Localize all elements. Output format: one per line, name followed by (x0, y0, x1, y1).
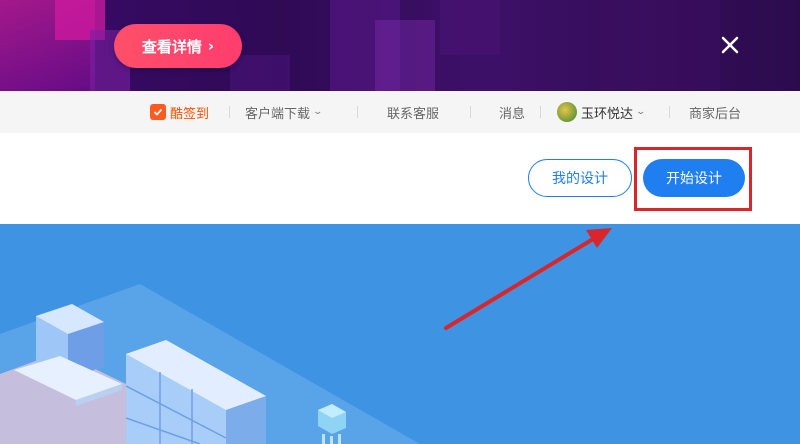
top-nav-bar: 酷签到 客户端下载 ⌄ 联系客服 消息 玉环悦达 ⌄ 商家后台 (0, 91, 800, 133)
decorative-cube (600, 0, 720, 91)
nav-divider (669, 106, 670, 118)
chevron-down-icon: ⌄ (635, 107, 647, 117)
client-download-label: 客户端下载 (245, 106, 311, 122)
start-design-button[interactable]: 开始设计 (643, 159, 745, 197)
checkin-link[interactable]: 酷签到 (150, 91, 209, 133)
chevron-down-icon: ⌄ (312, 107, 324, 117)
design-header: 我的设计 开始设计 (0, 133, 800, 224)
decorative-cube (440, 0, 500, 55)
user-name: 玉环悦达 (581, 106, 634, 122)
promo-banner: 查看详情 › (0, 0, 800, 91)
messages-link[interactable]: 消息 (499, 91, 525, 133)
nav-divider (357, 106, 358, 118)
customer-service-label: 联系客服 (387, 106, 440, 122)
hero-illustration (0, 224, 800, 444)
merchant-backend-label: 商家后台 (689, 106, 742, 122)
checkin-label: 酷签到 (170, 106, 210, 122)
chevron-right-icon: › (207, 37, 215, 55)
avatar (557, 102, 577, 122)
client-download-dropdown[interactable]: 客户端下载 ⌄ (245, 91, 324, 133)
my-design-button[interactable]: 我的设计 (528, 159, 632, 197)
view-details-label: 查看详情 (141, 37, 202, 56)
nav-divider (229, 106, 230, 118)
nav-divider (470, 106, 471, 118)
messages-label: 消息 (499, 106, 526, 122)
decorative-cube (375, 20, 435, 91)
user-menu[interactable]: 玉环悦达 ⌄ (557, 91, 647, 133)
nav-divider (540, 106, 541, 118)
checkin-icon (150, 104, 166, 120)
merchant-backend-link[interactable]: 商家后台 (689, 91, 741, 133)
view-details-button[interactable]: 查看详情 › (114, 24, 242, 68)
close-icon[interactable] (718, 33, 742, 57)
decorative-cube (230, 55, 290, 91)
isometric-illustration (0, 284, 420, 444)
customer-service-link[interactable]: 联系客服 (387, 91, 439, 133)
